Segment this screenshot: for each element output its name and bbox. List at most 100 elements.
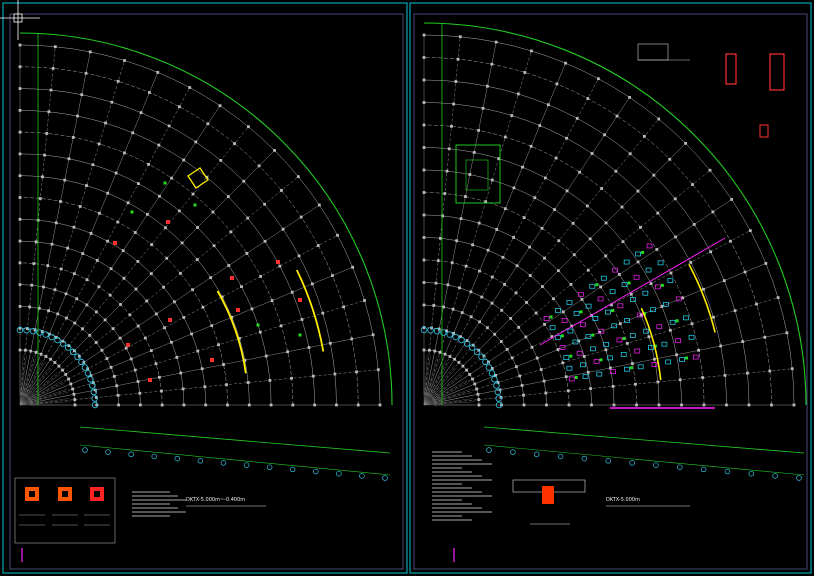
structural-element [566, 365, 573, 371]
column-node [545, 403, 548, 407]
sheet-frames [2, 2, 812, 574]
column-node [604, 348, 608, 352]
column-node [443, 352, 447, 356]
column-node [675, 353, 678, 357]
structural-element [573, 310, 580, 316]
column-node [44, 355, 48, 358]
column-node [129, 357, 133, 361]
structural-element [585, 303, 592, 309]
cad-drawing-canvas[interactable] [0, 0, 814, 576]
axis-bubble [336, 470, 342, 477]
column-node [227, 264, 231, 267]
column-node [160, 403, 164, 407]
column-node [741, 340, 745, 343]
column-node [65, 316, 68, 320]
axis-bubble [488, 370, 496, 377]
column-node [268, 378, 272, 382]
column-node [608, 366, 612, 370]
column-node [628, 152, 632, 156]
column-node [85, 278, 89, 282]
column-node [165, 256, 169, 260]
structural-element [665, 359, 672, 365]
column-marker [236, 308, 240, 312]
tag-marker [163, 181, 167, 185]
column-node [333, 372, 337, 376]
column-node [67, 157, 71, 161]
column-node [495, 228, 499, 231]
axis-bubble [458, 336, 465, 344]
column-node [555, 82, 559, 86]
column-node [121, 249, 125, 252]
column-node [180, 241, 184, 245]
structural-element [646, 243, 653, 249]
column-node [133, 368, 137, 372]
highlighted-wall [688, 263, 716, 333]
column-node [564, 375, 568, 379]
column-node [191, 288, 194, 292]
structural-element [605, 309, 611, 315]
column-node [510, 114, 514, 117]
column-node [173, 300, 176, 304]
column-node [543, 323, 546, 326]
column-node [567, 403, 571, 407]
axis-bubble [677, 464, 683, 470]
column-node [490, 178, 494, 182]
column-node [116, 393, 120, 397]
legend-column-core [29, 491, 35, 497]
column-node [18, 152, 22, 156]
column-node [46, 264, 50, 267]
structural-element [635, 251, 641, 257]
axis-bubble [151, 453, 157, 460]
column-node [136, 380, 140, 383]
column-node [534, 311, 538, 315]
column-node [376, 368, 380, 372]
column-node [242, 179, 246, 183]
column-node [53, 361, 57, 364]
column-node [63, 178, 67, 182]
column-node [725, 403, 728, 407]
column-node [81, 252, 85, 255]
axis-bubble [452, 333, 459, 341]
column-node [290, 290, 294, 294]
column-node [29, 349, 33, 353]
column-node [154, 362, 158, 366]
structural-element [661, 341, 668, 347]
column-node [28, 305, 32, 309]
axis-bubble [243, 462, 250, 468]
tag-marker [130, 210, 134, 214]
column-node [115, 384, 119, 388]
column-node [117, 403, 120, 407]
structural-element [637, 364, 644, 370]
column-node [335, 403, 338, 407]
column-node [535, 356, 539, 360]
column-node [708, 168, 712, 172]
column-node [524, 335, 528, 339]
column-node [56, 312, 60, 316]
structural-element [582, 374, 589, 379]
column-node [722, 279, 726, 283]
column-node [297, 254, 301, 258]
axis-bubble [605, 458, 611, 464]
legend-column-core [94, 491, 100, 497]
axis-bubble [382, 475, 388, 481]
axis-bubble [724, 468, 731, 475]
column-node [143, 336, 147, 340]
column-node [792, 403, 796, 407]
column-node [263, 239, 267, 243]
column-node [279, 324, 283, 328]
structural-element [597, 296, 604, 302]
column-node [539, 368, 543, 371]
structural-element [616, 337, 623, 343]
structural-tag [574, 375, 578, 379]
axis-bubble [653, 462, 659, 468]
column-node [501, 255, 505, 259]
column-node [111, 327, 115, 331]
column-node [614, 169, 618, 173]
legend-column-core [62, 491, 68, 497]
column-node [196, 349, 200, 353]
column-node [518, 374, 522, 378]
column-node [18, 305, 22, 308]
column-node [71, 387, 75, 391]
column-node [723, 373, 727, 377]
structural-element [566, 300, 573, 305]
